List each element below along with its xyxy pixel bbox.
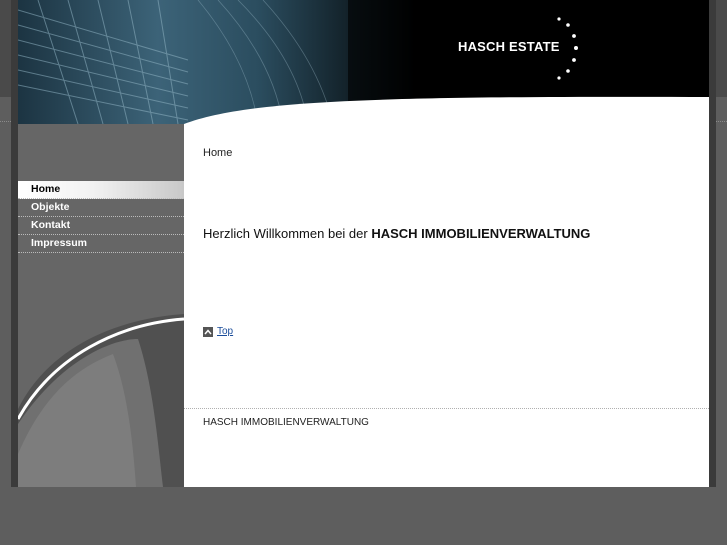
top-link[interactable]: Top — [203, 326, 233, 337]
arrow-up-icon[interactable] — [203, 326, 213, 337]
footer-divider — [184, 408, 709, 409]
logo-dots-icon — [557, 17, 578, 80]
sidebar-decorative-arcs — [18, 124, 184, 487]
welcome-text: Herzlich Willkommen bei der HASCH IMMOBI… — [203, 226, 590, 241]
sidebar: Home Objekte Kontakt Impressum — [18, 124, 184, 487]
logo-text[interactable]: HASCH ESTATE — [458, 39, 560, 54]
main-content: Home Herzlich Willkommen bei der HASCH I… — [184, 124, 709, 487]
nav-item-kontakt[interactable]: Kontakt — [18, 217, 184, 235]
welcome-prefix: Herzlich Willkommen bei der — [203, 226, 368, 241]
nav-item-impressum[interactable]: Impressum — [18, 235, 184, 253]
header: HASCH ESTATE — [18, 0, 709, 124]
breadcrumb: Home — [203, 147, 233, 159]
page-container: HASCH ESTATE Home Objekte Kontakt Impres… — [18, 0, 709, 487]
top-link-label[interactable]: Top — [217, 326, 233, 337]
nav-item-objekte[interactable]: Objekte — [18, 199, 184, 217]
main-navigation: Home Objekte Kontakt Impressum — [18, 181, 184, 253]
footer-text: HASCH IMMOBILIENVERWALTUNG — [203, 417, 369, 428]
welcome-company: HASCH IMMOBILIENVERWALTUNG — [371, 226, 591, 241]
nav-item-home[interactable]: Home — [18, 181, 184, 199]
header-curve — [184, 96, 709, 124]
